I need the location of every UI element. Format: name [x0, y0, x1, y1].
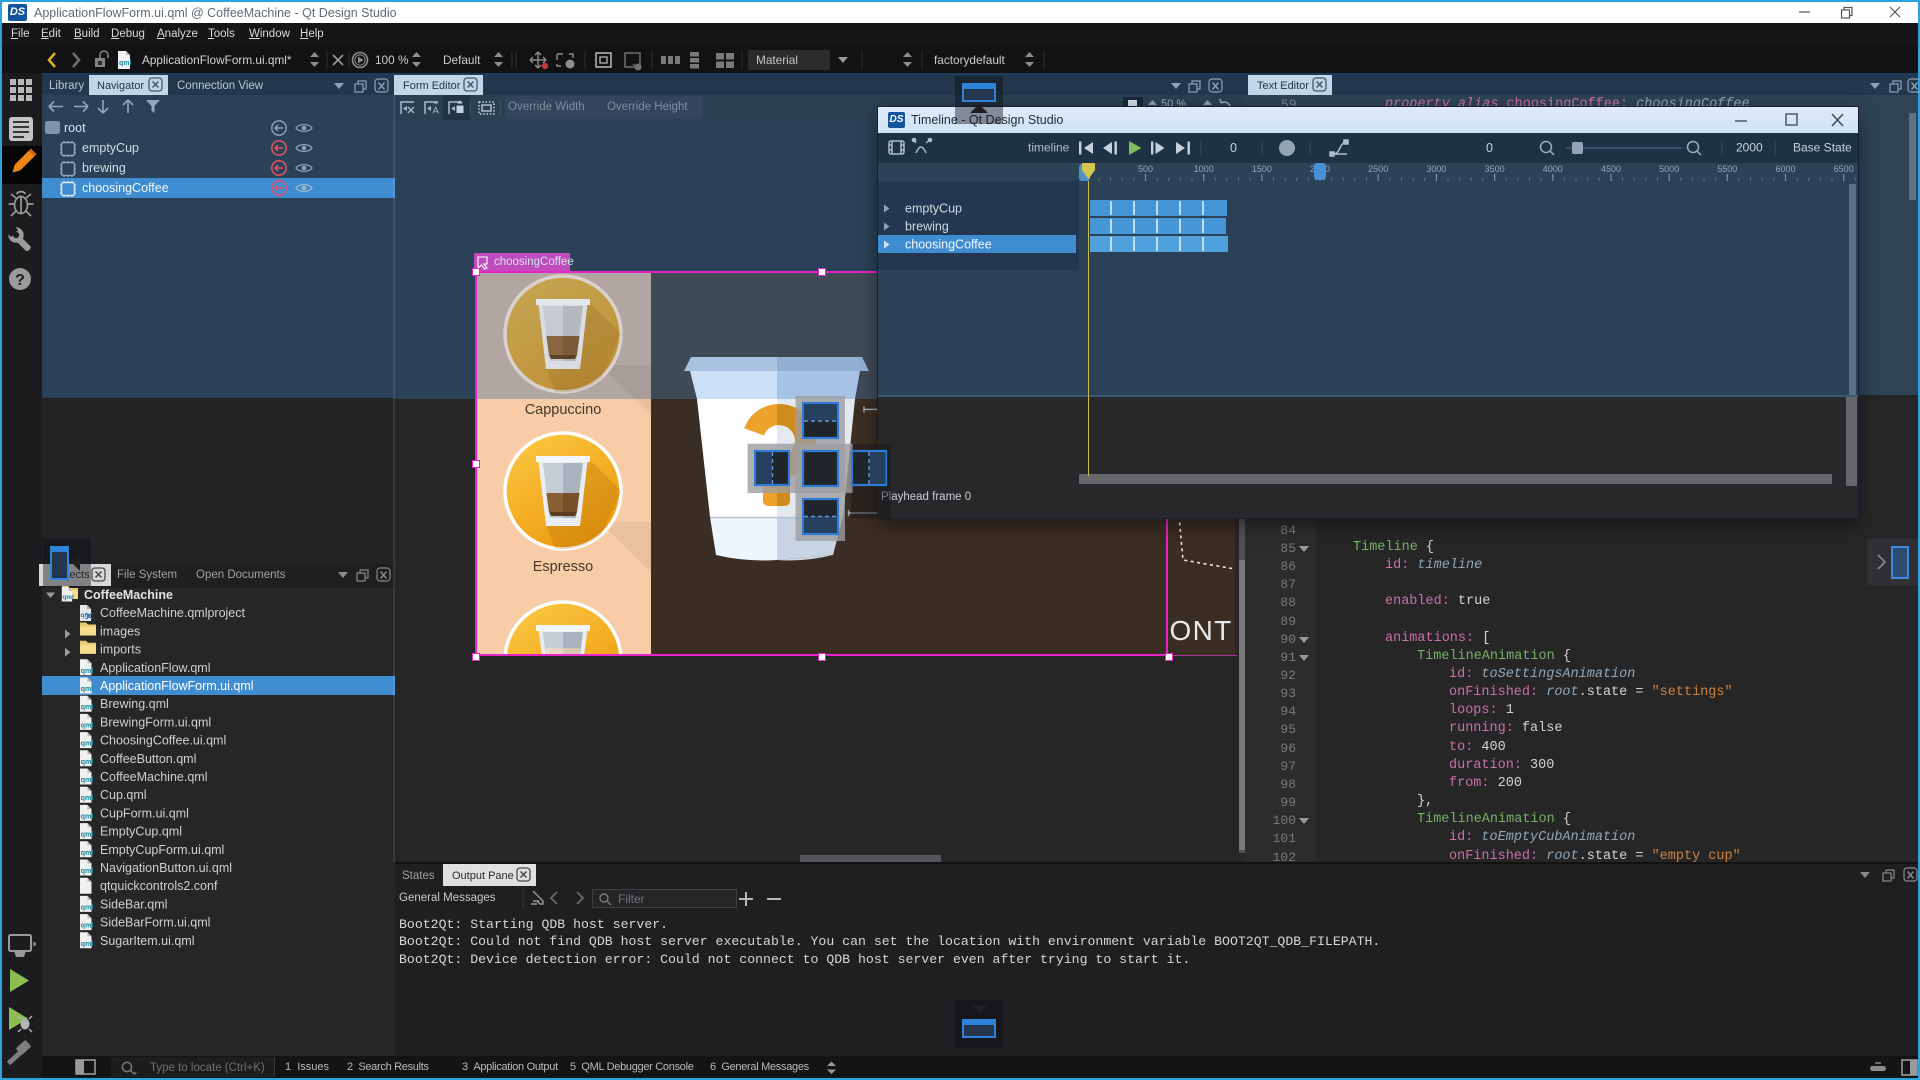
svg-text:factorydefault: factorydefault	[934, 53, 1006, 67]
svg-text:brewing: brewing	[905, 220, 949, 234]
svg-text:Cup.qml: Cup.qml	[100, 788, 147, 802]
svg-text:root: root	[64, 121, 86, 135]
svg-text:NavigationButton.ui.qml: NavigationButton.ui.qml	[100, 861, 232, 875]
svg-text:2500: 2500	[1368, 164, 1388, 174]
svg-text:6500: 6500	[1834, 164, 1854, 174]
svg-text:emptyCup: emptyCup	[905, 202, 962, 216]
svg-text:SideBarForm.ui.qml: SideBarForm.ui.qml	[100, 916, 210, 930]
svg-text:SugarItem.ui.qml: SugarItem.ui.qml	[100, 934, 194, 948]
svg-text:Default: Default	[443, 53, 481, 67]
svg-text:0: 0	[1486, 141, 1493, 155]
svg-text:SideBar.qml: SideBar.qml	[100, 897, 167, 911]
svg-text:CoffeeMachine.qml: CoffeeMachine.qml	[100, 770, 207, 784]
svg-text:1500: 1500	[1252, 164, 1272, 174]
svg-text:images: images	[100, 624, 140, 638]
svg-text:imports: imports	[100, 643, 141, 657]
svg-text:CupForm.ui.qml: CupForm.ui.qml	[100, 806, 189, 820]
svg-text:ApplicationFlowForm.ui.qml*: ApplicationFlowForm.ui.qml*	[142, 53, 292, 67]
svg-text:ChoosingCoffee.ui.qml: ChoosingCoffee.ui.qml	[100, 734, 226, 748]
svg-text:5500: 5500	[1717, 164, 1737, 174]
svg-text:4000: 4000	[1543, 164, 1563, 174]
svg-text:2000: 2000	[1736, 141, 1763, 155]
svg-text:3500: 3500	[1485, 164, 1505, 174]
svg-text:0: 0	[1230, 141, 1237, 155]
svg-text:CoffeeButton.qml: CoffeeButton.qml	[100, 752, 196, 766]
svg-text:choosingCoffee: choosingCoffee	[82, 181, 169, 195]
svg-text:BrewingForm.ui.qml: BrewingForm.ui.qml	[100, 715, 211, 729]
svg-text:timeline: timeline	[1028, 141, 1070, 155]
svg-text:5000: 5000	[1659, 164, 1679, 174]
svg-text:EmptyCup.qml: EmptyCup.qml	[100, 825, 182, 839]
svg-text:brewing: brewing	[82, 161, 126, 175]
svg-text:1000: 1000	[1194, 164, 1214, 174]
svg-text:ApplicationFlow.qml: ApplicationFlow.qml	[100, 661, 210, 675]
svg-text:qtquickcontrols2.conf: qtquickcontrols2.conf	[100, 879, 218, 893]
svg-text:?: ?	[15, 272, 25, 289]
svg-text:qml: qml	[119, 60, 132, 67]
svg-text:A: A	[433, 106, 440, 117]
svg-text:emptyCup: emptyCup	[82, 141, 139, 155]
svg-text:3000: 3000	[1426, 164, 1446, 174]
svg-text:Material: Material	[756, 53, 798, 67]
svg-text:500: 500	[1138, 164, 1153, 174]
svg-text:ApplicationFlowForm.ui.qml: ApplicationFlowForm.ui.qml	[100, 679, 254, 693]
svg-text:100 %: 100 %	[375, 53, 409, 67]
svg-text:EmptyCupForm.ui.qml: EmptyCupForm.ui.qml	[100, 843, 224, 857]
svg-text:CoffeeMachine.qmlproject: CoffeeMachine.qmlproject	[100, 606, 246, 620]
svg-text:6000: 6000	[1775, 164, 1795, 174]
svg-text:4500: 4500	[1601, 164, 1621, 174]
svg-text:Brewing.qml: Brewing.qml	[100, 697, 169, 711]
svg-text:CoffeeMachine: CoffeeMachine	[84, 588, 173, 602]
svg-text:Base State: Base State	[1793, 141, 1852, 155]
